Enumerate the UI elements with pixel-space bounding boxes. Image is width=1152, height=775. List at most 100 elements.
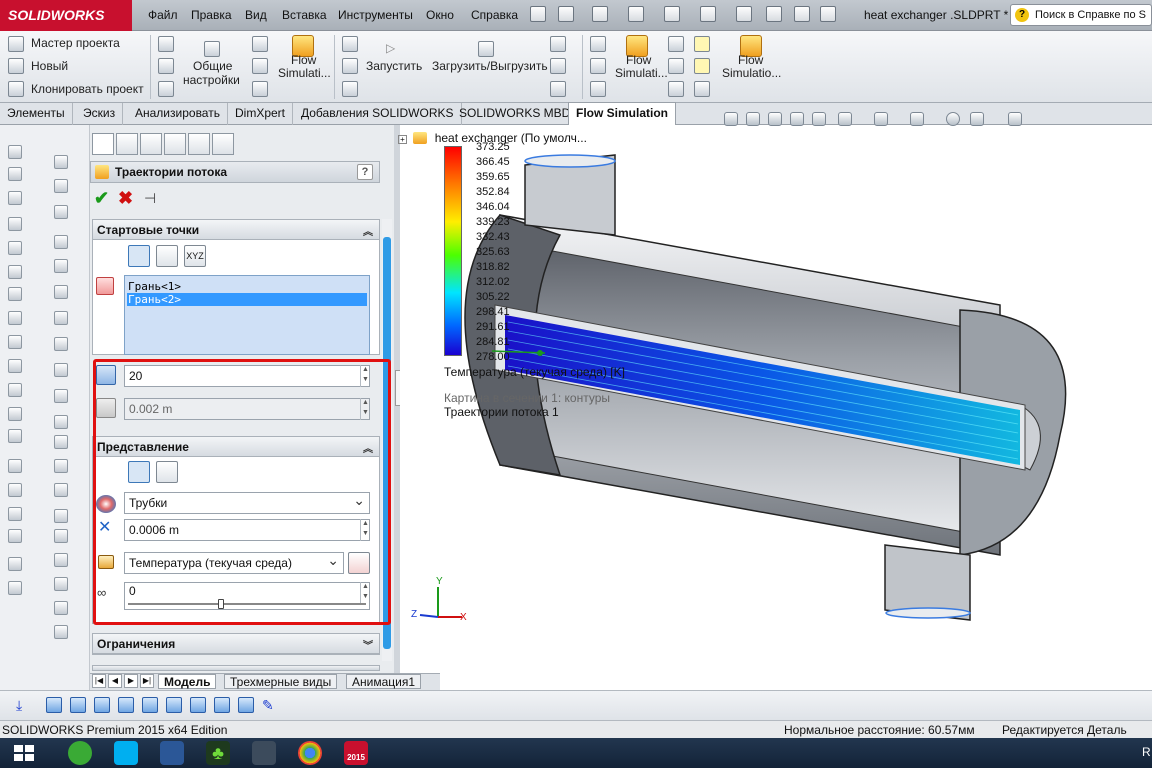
flow-sim-label-2b[interactable]: Simulati... [615, 66, 668, 80]
ok-button[interactable]: ✔ [94, 189, 109, 207]
boundary-icon[interactable] [252, 36, 268, 52]
tool-icon[interactable] [8, 529, 22, 543]
group-header[interactable]: Ограничения ︾ [93, 634, 379, 654]
tab-sketch[interactable]: Эскиз [76, 103, 124, 125]
top-view-icon[interactable] [142, 697, 158, 713]
menu-edit[interactable]: Правка [191, 8, 232, 22]
tool-icon[interactable] [54, 577, 68, 591]
group-header[interactable]: Стартовые точки ︽ [93, 220, 379, 240]
results-icon-2[interactable] [590, 58, 606, 74]
rebuild-icon[interactable] [766, 6, 782, 22]
zoom-to-fit-icon[interactable] [724, 112, 738, 126]
tool-icon[interactable] [8, 359, 22, 373]
back-view-icon[interactable] [70, 697, 86, 713]
tool-icon[interactable] [54, 435, 68, 449]
settings-icon-1[interactable] [158, 36, 174, 52]
view-settings-icon[interactable] [1008, 112, 1022, 126]
menu-insert[interactable]: Вставка [282, 8, 327, 22]
prev-tab-icon[interactable]: ◀ [108, 674, 122, 688]
tool-icon[interactable] [8, 407, 22, 421]
link-views-icon[interactable]: ✎ [262, 697, 278, 713]
tool-icon[interactable] [54, 363, 68, 377]
view-orientation-icon[interactable] [838, 112, 852, 126]
flow-simulation-tab[interactable] [212, 133, 234, 155]
tool-icon[interactable] [54, 415, 68, 429]
menu-view[interactable]: Вид [245, 8, 267, 22]
solidworks-taskbar-icon[interactable]: 2015 [344, 741, 368, 765]
first-tab-icon[interactable]: |◀ [92, 674, 106, 688]
dynamic-annotation-icon[interactable] [812, 112, 826, 126]
expand-icon[interactable]: + [398, 135, 407, 144]
general-settings-label-1[interactable]: Общие [193, 59, 232, 73]
lightbulb-icon[interactable] [694, 36, 710, 52]
pin-icon[interactable] [530, 6, 546, 22]
front-view-icon[interactable] [46, 697, 62, 713]
tool-icon[interactable] [8, 581, 22, 595]
print-icon[interactable] [664, 6, 680, 22]
tool-icon[interactable] [54, 509, 68, 523]
load-unload-icon[interactable] [478, 41, 494, 57]
run-button[interactable]: Запустить [366, 59, 422, 73]
tab-features[interactable]: Элементы [0, 103, 73, 125]
tool-icon[interactable] [54, 259, 68, 273]
help-button[interactable]: ? [357, 164, 373, 180]
tool-icon[interactable] [54, 553, 68, 567]
particle-icon[interactable] [694, 81, 710, 97]
menu-help[interactable]: Справка [471, 8, 518, 22]
tool-icon[interactable] [8, 557, 22, 571]
load-unload-button[interactable]: Загрузить/Выгрузить [432, 59, 548, 73]
tool-icon[interactable] [54, 235, 68, 249]
windows-start-button[interactable] [10, 741, 38, 765]
bottom-view-icon[interactable] [166, 697, 182, 713]
flow-trajectory-icon[interactable] [694, 58, 710, 74]
xyz-coordinates-button[interactable]: XYZ [184, 245, 206, 267]
flow-analysis-tree-tab[interactable] [92, 133, 114, 155]
tool-icon[interactable] [54, 179, 68, 193]
tool-icon[interactable] [8, 383, 22, 397]
tool-icon[interactable] [8, 241, 22, 255]
tool-icon[interactable] [8, 191, 22, 205]
results-icon-1[interactable] [590, 36, 606, 52]
save-icon[interactable] [628, 6, 644, 22]
right-view-icon[interactable] [118, 697, 134, 713]
tool-icon[interactable] [8, 217, 22, 231]
start-points-pick-button[interactable] [128, 245, 150, 267]
tool-icon-1[interactable] [550, 36, 566, 52]
tool-icon[interactable] [54, 483, 68, 497]
tool-icon[interactable] [54, 389, 68, 403]
plot-icon-2[interactable] [668, 58, 684, 74]
expand-chevron-icon[interactable]: ︾ [363, 637, 373, 652]
file-properties-icon[interactable] [794, 6, 810, 22]
trimetric-view-icon[interactable] [214, 697, 230, 713]
settings-icon-2[interactable] [158, 58, 174, 74]
tab-addins[interactable]: Добавления SOLIDWORKS [294, 103, 462, 125]
tool-icon[interactable] [8, 459, 22, 473]
tool-icon[interactable] [8, 335, 22, 349]
flow-sim-label-3b[interactable]: Simulatio... [722, 66, 781, 80]
dimxpert-manager-tab[interactable] [164, 133, 186, 155]
tab-animation[interactable]: Анимация1 [346, 674, 422, 689]
tab-model[interactable]: Модель [158, 674, 217, 689]
display-manager-tab[interactable] [188, 133, 210, 155]
tab-3d-views[interactable]: Трехмерные виды [224, 674, 338, 689]
solidworks-logo[interactable]: SOLIDWORKS [0, 0, 132, 31]
tool-icon[interactable] [8, 167, 22, 181]
project-icon-3[interactable] [342, 81, 358, 97]
project-icon-2[interactable] [342, 58, 358, 74]
tool-icon[interactable] [8, 507, 22, 521]
property-manager-tab[interactable] [116, 133, 138, 155]
tab-flow-simulation[interactable]: Flow Simulation [568, 102, 676, 126]
list-item-selected[interactable]: Грань<2> [127, 293, 367, 306]
flow-sim-label-1b[interactable]: Simulati... [278, 66, 331, 80]
general-settings-icon[interactable] [204, 41, 220, 57]
clone-project-button[interactable]: Клонировать проект [31, 82, 144, 96]
settings-icon-3[interactable] [158, 81, 174, 97]
display-app-icon[interactable] [252, 741, 276, 765]
menu-tools[interactable]: Инструменты [338, 8, 413, 22]
tool-icon[interactable] [8, 145, 22, 159]
tool-icon[interactable] [8, 287, 22, 301]
tab-dimxpert[interactable]: DimXpert [228, 103, 294, 125]
new-document-icon[interactable] [558, 6, 574, 22]
flow-sim-label-1a[interactable]: Flow [291, 53, 316, 67]
flow-sim-label-3a[interactable]: Flow [738, 53, 763, 67]
